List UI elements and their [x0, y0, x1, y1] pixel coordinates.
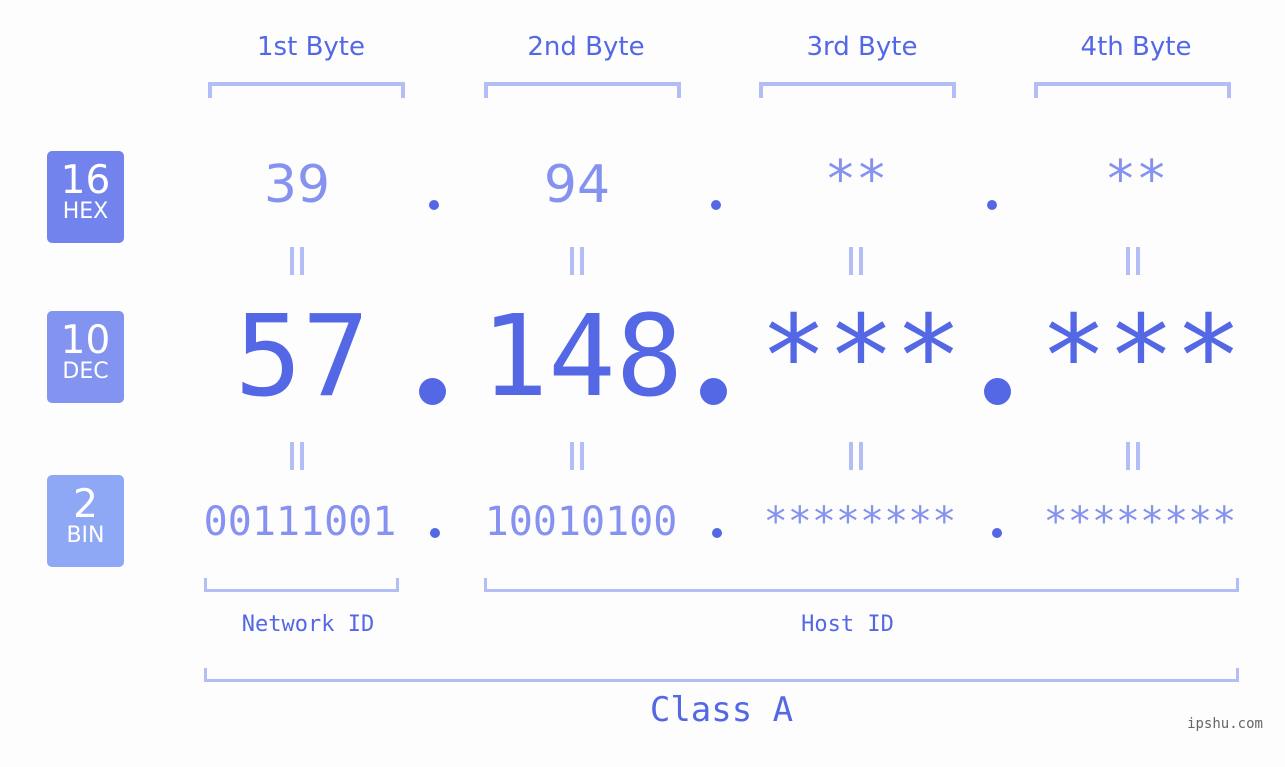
hex-badge-number: 16: [60, 158, 111, 203]
byte-bracket-4: [1034, 82, 1231, 98]
host-id-bracket: [484, 578, 1239, 592]
equals-marker: [288, 247, 308, 275]
byte-bracket-3: [759, 82, 956, 98]
hex-separator-dot: [429, 200, 439, 210]
dec-byte-1: 57: [234, 292, 370, 422]
byte-label-1: 1st Byte: [257, 32, 365, 62]
equals-marker: [1124, 442, 1144, 470]
hex-badge-unit: HEX: [62, 199, 109, 224]
equals-marker: [847, 442, 867, 470]
equals-marker: [847, 247, 867, 275]
equals-marker: [1124, 247, 1144, 275]
hex-byte-2: 94: [543, 155, 611, 215]
equals-marker: [288, 442, 308, 470]
byte-bracket-1: [208, 82, 405, 98]
bin-badge-unit: BIN: [66, 523, 105, 548]
bin-badge-number: 2: [73, 482, 98, 527]
network-id-bracket: [204, 578, 399, 592]
dec-separator-dot: [419, 378, 446, 405]
byte-label-2: 2nd Byte: [527, 32, 645, 62]
dec-byte-4: ***: [1039, 292, 1243, 422]
dec-badge: 10 DEC: [47, 311, 124, 403]
bin-separator-dot: [992, 528, 1002, 538]
bin-byte-4: ********: [1043, 499, 1237, 545]
hex-separator-dot: [987, 200, 997, 210]
dec-byte-3: ***: [759, 292, 963, 422]
dec-byte-2: 148: [480, 292, 684, 422]
dec-separator-dot: [700, 378, 727, 405]
network-id-label: Network ID: [241, 612, 375, 637]
class-label: Class A: [649, 690, 794, 730]
hex-separator-dot: [711, 200, 721, 210]
bin-separator-dot: [430, 528, 440, 538]
byte-label-3: 3rd Byte: [806, 32, 918, 62]
hex-byte-1: 39: [263, 155, 331, 215]
hex-byte-4: **: [1104, 150, 1168, 210]
class-bracket: [204, 668, 1239, 682]
bin-badge: 2 BIN: [47, 475, 124, 567]
bin-separator-dot: [712, 528, 722, 538]
equals-marker: [568, 442, 588, 470]
byte-label-4: 4th Byte: [1080, 32, 1192, 62]
hex-badge: 16 HEX: [47, 151, 124, 243]
dec-badge-unit: DEC: [62, 359, 109, 384]
hex-byte-3: **: [824, 150, 888, 210]
bin-byte-3: ********: [763, 499, 957, 545]
byte-bracket-2: [484, 82, 681, 98]
equals-marker: [568, 247, 588, 275]
bin-byte-2: 10010100: [484, 499, 678, 545]
watermark: ipshu.com: [1187, 716, 1263, 732]
host-id-label: Host ID: [801, 612, 894, 637]
dec-badge-number: 10: [60, 318, 111, 363]
bin-byte-1: 00111001: [203, 499, 397, 545]
dec-separator-dot: [984, 378, 1011, 405]
